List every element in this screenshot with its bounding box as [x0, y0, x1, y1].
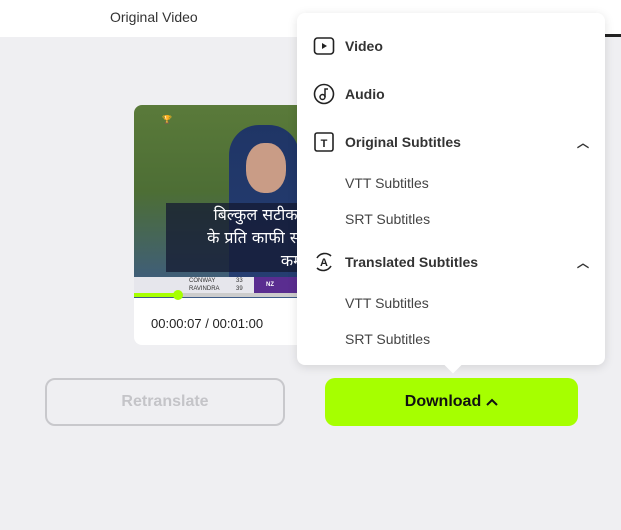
batter-2: RAVINDRA [189, 286, 220, 292]
video-frame-face [246, 143, 286, 193]
menu-item-translated-srt[interactable]: SRT Subtitles [345, 331, 430, 347]
chevron-up-icon: ︿ [576, 135, 589, 150]
tab-original-video[interactable]: Original Video [110, 9, 198, 25]
scoreboard: CONWAY RAVINDRA 33 39 NZ [134, 277, 324, 294]
chevron-up-icon [486, 393, 498, 411]
batter-1: CONWAY [189, 278, 216, 284]
video-icon [313, 35, 335, 57]
score-2: 39 [236, 286, 243, 292]
menu-item-video[interactable]: Video [313, 35, 383, 57]
menu-group-translated-subtitles[interactable]: A Translated Subtitles ︿ [313, 251, 589, 273]
menu-item-label: Translated Subtitles [345, 254, 479, 270]
menu-item-audio[interactable]: Audio [313, 83, 385, 105]
menu-item-label: Video [345, 38, 383, 54]
video-time: 00:00:07 / 00:01:00 [151, 316, 264, 331]
svg-text:A: A [320, 257, 328, 269]
menu-item-original-vtt[interactable]: VTT Subtitles [345, 175, 429, 191]
menu-item-translated-vtt[interactable]: VTT Subtitles [345, 295, 429, 311]
retranslate-button[interactable]: Retranslate [45, 378, 285, 426]
music-note-icon [313, 83, 335, 105]
video-card: 🏆 बिल्कुल सटीक, अ के प्रति काफी सचेत कम … [134, 105, 324, 345]
menu-item-label: Original Subtitles [345, 134, 461, 150]
video-player[interactable]: 🏆 बिल्कुल सटीक, अ के प्रति काफी सचेत कम … [134, 105, 324, 298]
score-1: 33 [236, 278, 243, 284]
chevron-up-icon: ︿ [576, 255, 589, 270]
world-cup-logo-icon: 🏆 [162, 115, 172, 124]
translate-icon: A [313, 251, 335, 273]
text-icon: T [313, 131, 335, 153]
menu-item-original-srt[interactable]: SRT Subtitles [345, 211, 430, 227]
download-button[interactable]: Download [325, 378, 578, 426]
progress-fill [134, 293, 178, 297]
video-progress-bar[interactable] [134, 290, 324, 300]
download-label: Download [404, 393, 482, 410]
menu-item-label: Audio [345, 86, 385, 102]
progress-handle[interactable] [173, 290, 183, 300]
retranslate-label: Retranslate [121, 393, 209, 410]
download-menu: Video Audio T Original Subtitles ︿ VTT S… [297, 13, 605, 365]
svg-text:T: T [321, 138, 328, 150]
menu-group-original-subtitles[interactable]: T Original Subtitles ︿ [313, 131, 589, 153]
